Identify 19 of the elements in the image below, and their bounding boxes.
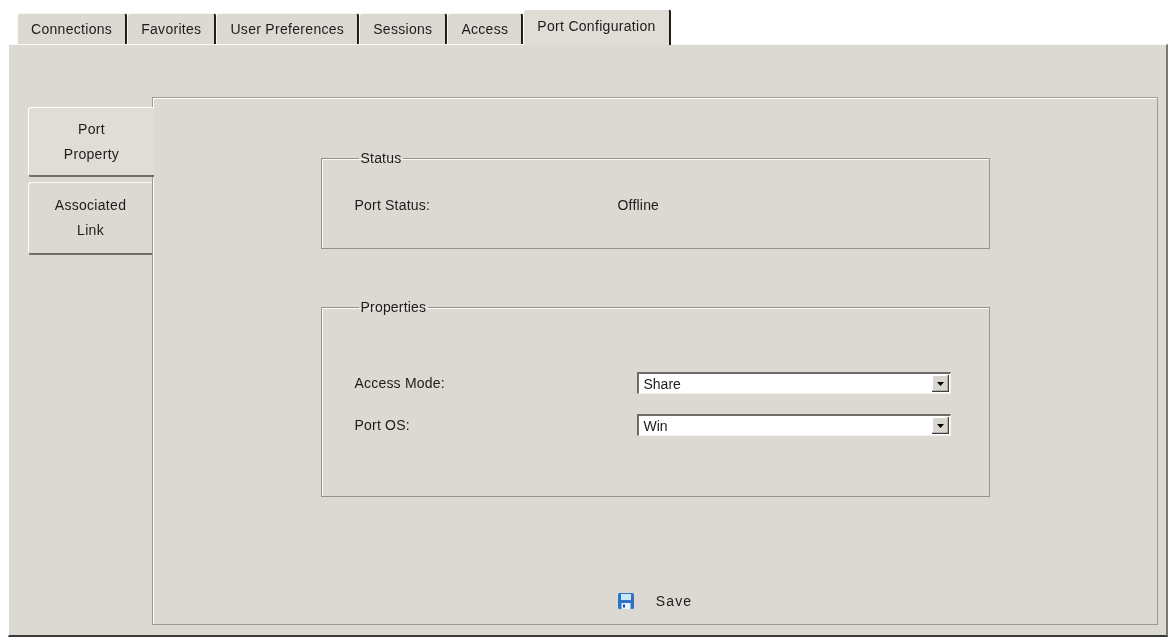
- tab[interactable]: Access: [447, 13, 524, 44]
- caret-icon[interactable]: [931, 375, 949, 392]
- tab[interactable]: Favorites: [127, 13, 217, 44]
- group-title: Status: [359, 150, 403, 166]
- side-tab[interactable]: Associated Link: [28, 182, 152, 255]
- tab[interactable]: Sessions: [359, 13, 448, 44]
- dropdown[interactable]: Win: [636, 414, 951, 436]
- save-button[interactable]: Save: [617, 592, 693, 610]
- field-label: Port Status:: [354, 197, 432, 213]
- caret-icon[interactable]: [931, 417, 949, 434]
- side-tab[interactable]: Port Property: [28, 107, 154, 177]
- field-label: Access Mode:: [354, 375, 446, 391]
- status-value: Offline: [617, 197, 660, 213]
- tab[interactable]: User Preferences: [216, 13, 360, 44]
- dropdown[interactable]: Share: [636, 372, 951, 394]
- field-label: Port OS:: [354, 417, 411, 433]
- tab[interactable]: Connections: [17, 13, 128, 44]
- tab[interactable]: Port Configuration: [523, 9, 671, 45]
- group-title: Properties: [359, 299, 428, 315]
